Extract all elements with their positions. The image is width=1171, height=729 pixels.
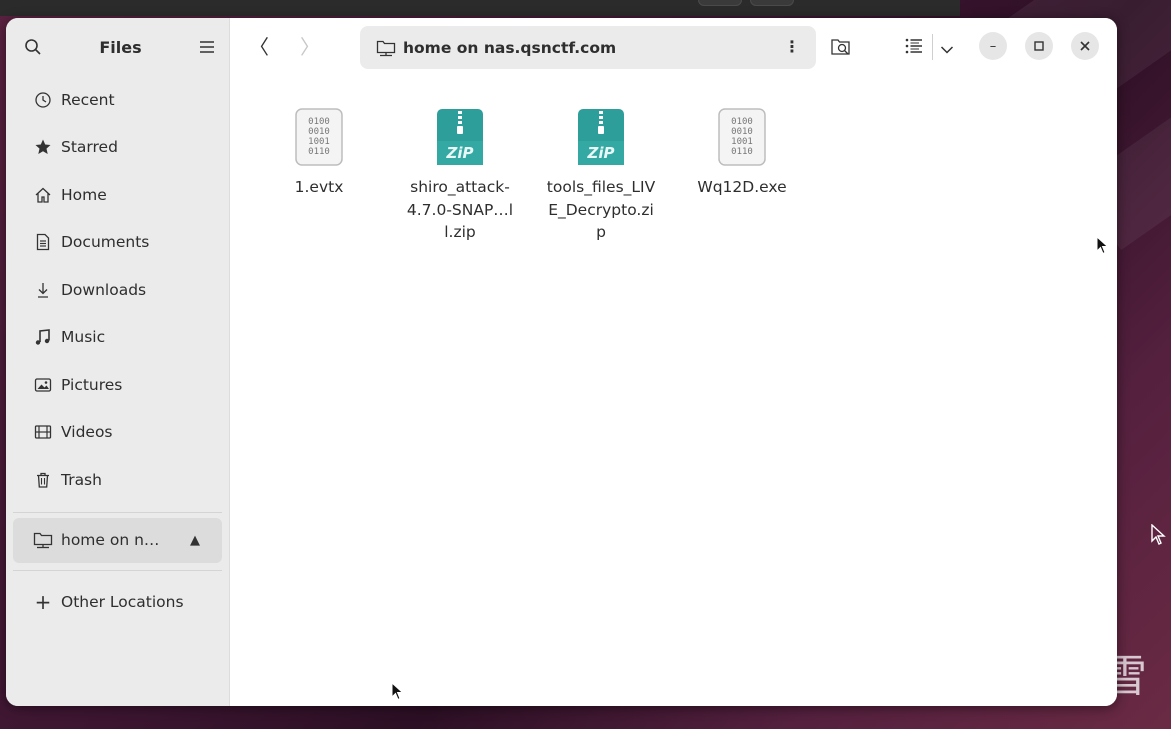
file-item[interactable]: 0100 0010 1001 0110 Wq12D.exe: [682, 106, 802, 199]
main-menu-icon[interactable]: [199, 40, 215, 54]
sidebar-divider: [13, 511, 222, 513]
file-item[interactable]: ZiP shiro_attack-4.7.0-SNAP…ll.zip: [400, 106, 520, 244]
sidebar-item-trash[interactable]: Trash: [13, 456, 222, 504]
plus-icon: +: [34, 589, 52, 614]
back-button[interactable]: 〈: [249, 36, 269, 58]
header-bar: 〈 〉 home on nas.qsnctf.com ⋮ –: [230, 18, 1117, 76]
search-icon[interactable]: [24, 38, 42, 56]
video-icon: [33, 422, 53, 442]
close-button[interactable]: [1071, 32, 1099, 60]
home-icon: [33, 185, 53, 205]
background-window-edge: [0, 0, 960, 16]
file-name: tools_files_LIVE_Decrypto.zip: [546, 178, 656, 241]
svg-text:ZiP: ZiP: [445, 144, 473, 162]
file-grid: 0100 0010 1001 0110 1.evtx ZiP shiro_att…: [230, 76, 1117, 706]
sidebar-item-documents[interactable]: Documents: [13, 219, 222, 267]
network-folder-icon: [376, 39, 396, 57]
eject-icon[interactable]: ▲: [190, 533, 200, 548]
chevron-down-icon: [940, 46, 954, 54]
trash-icon: [33, 470, 53, 490]
binary-file-icon: 0100 0010 1001 0110: [294, 106, 344, 168]
sidebar-item-music[interactable]: Music: [13, 314, 222, 362]
sidebar-item-other-locations[interactable]: + Other Locations: [13, 576, 222, 628]
svg-text:0110: 0110: [731, 147, 753, 157]
minimize-button[interactable]: –: [979, 32, 1007, 60]
sidebar-item-home[interactable]: Home: [13, 171, 222, 219]
path-bar[interactable]: home on nas.qsnctf.com ⋮: [360, 26, 816, 69]
network-folder-icon: [33, 530, 53, 550]
mouse-pointer-icon: [1151, 523, 1167, 546]
document-icon: [33, 232, 53, 252]
sidebar-header: Files: [6, 18, 229, 76]
zip-archive-icon: ZiP: [576, 106, 626, 168]
svg-text:1001: 1001: [731, 137, 753, 147]
close-icon: [1080, 41, 1090, 51]
picture-icon: [33, 375, 53, 395]
sidebar-item-recent[interactable]: Recent: [13, 76, 222, 124]
sidebar-item-label: Home: [61, 185, 107, 204]
svg-text:1001: 1001: [308, 137, 330, 147]
file-item[interactable]: ZiP tools_files_LIVE_Decrypto.zip: [541, 106, 661, 244]
sidebar-item-label: Videos: [61, 423, 113, 442]
file-item[interactable]: 0100 0010 1001 0110 1.evtx: [259, 106, 379, 199]
svg-text:ZiP: ZiP: [586, 144, 614, 162]
sidebar-item-label: home on n…: [61, 531, 160, 549]
sidebar-item-videos[interactable]: Videos: [13, 409, 222, 457]
background-button: [750, 0, 794, 6]
sidebar-item-label: Trash: [61, 470, 102, 489]
sidebar-item-starred[interactable]: Starred: [13, 124, 222, 172]
kebab-menu-icon[interactable]: ⋮: [784, 37, 800, 56]
list-view-button[interactable]: [905, 38, 923, 58]
background-button: [698, 0, 742, 6]
path-text: home on nas.qsnctf.com: [403, 38, 617, 57]
svg-text:0110: 0110: [308, 147, 330, 157]
forward-button[interactable]: 〉: [300, 36, 320, 58]
file-name: Wq12D.exe: [697, 178, 787, 196]
sidebar-item-label: Music: [61, 328, 106, 347]
app-title: Files: [99, 37, 142, 57]
file-name: 1.evtx: [294, 178, 344, 196]
view-options-button[interactable]: [940, 40, 954, 59]
mouse-pointer-icon: [1096, 235, 1110, 260]
sidebar-item-downloads[interactable]: Downloads: [13, 266, 222, 314]
sidebar-item-label: Starred: [61, 138, 118, 157]
clock-icon: [33, 90, 53, 110]
toolbar-divider: [932, 34, 933, 60]
svg-text:0100: 0100: [308, 117, 330, 127]
sidebar-item-pictures[interactable]: Pictures: [13, 361, 222, 409]
zip-archive-icon: ZiP: [435, 106, 485, 168]
maximize-icon: [1034, 41, 1044, 51]
svg-text:0010: 0010: [731, 127, 753, 137]
sidebar-item-label: Documents: [61, 233, 150, 252]
search-folder-button[interactable]: [830, 36, 852, 62]
binary-file-icon: 0100 0010 1001 0110: [717, 106, 767, 168]
sidebar-item-label: Other Locations: [61, 592, 184, 611]
sidebar-divider: [13, 569, 222, 571]
svg-text:0010: 0010: [308, 127, 330, 137]
maximize-button[interactable]: [1025, 32, 1053, 60]
sidebar-places: Recent Starred Home Documents Downloads …: [6, 76, 229, 628]
file-name: shiro_attack-4.7.0-SNAP…ll.zip: [406, 178, 514, 241]
sidebar-item-network-mount[interactable]: home on n… ▲: [13, 517, 222, 563]
file-manager-window: Files Recent Starred Home Documents Down…: [6, 18, 1117, 706]
download-icon: [33, 280, 53, 300]
folder-search-icon: [831, 39, 850, 55]
main-pane: 〈 〉 home on nas.qsnctf.com ⋮ – 0100 0010…: [230, 18, 1117, 706]
mouse-pointer-icon: [391, 681, 405, 706]
music-icon: [33, 327, 53, 347]
sidebar: Files Recent Starred Home Documents Down…: [6, 18, 230, 706]
list-view-icon: [905, 38, 922, 54]
svg-text:0100: 0100: [731, 117, 753, 127]
sidebar-item-label: Recent: [61, 90, 115, 109]
sidebar-item-label: Downloads: [61, 280, 147, 299]
sidebar-item-label: Pictures: [61, 375, 123, 394]
star-icon: [33, 137, 53, 157]
